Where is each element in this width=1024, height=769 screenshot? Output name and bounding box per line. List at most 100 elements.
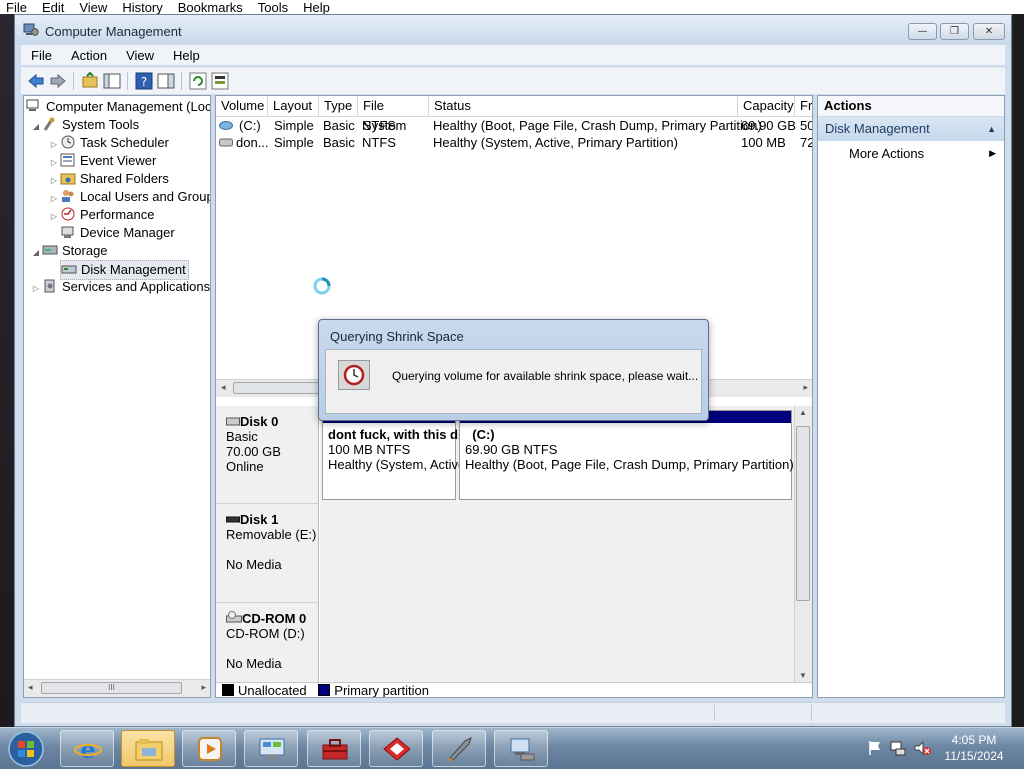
column-layout[interactable]: Layout	[268, 96, 319, 116]
svg-text:e: e	[80, 736, 95, 762]
collapsed-arrow-icon[interactable]: ▷	[48, 208, 60, 226]
column-type[interactable]: Type	[319, 96, 358, 116]
collapse-up-icon[interactable]: ▲	[987, 117, 996, 141]
tree-node-device-manager[interactable]: Device Manager	[60, 224, 175, 242]
performance-icon	[61, 207, 75, 221]
tree-node-system-tools[interactable]: ◢ System Tools	[30, 116, 139, 134]
partition-c-drive[interactable]: (C:) 69.90 GB NTFS Healthy (Boot, Page F…	[459, 410, 794, 500]
console-tree: Computer Management (Local ◢ System Tools…	[23, 95, 211, 698]
tree-node-local-users-groups[interactable]: ▷ Local Users and Groups	[48, 188, 211, 206]
outer-menu-tools[interactable]: Tools	[258, 1, 288, 15]
column-free[interactable]: Fr	[795, 96, 812, 116]
tree-node-storage[interactable]: ◢ Storage	[30, 242, 108, 260]
taskbar-media-player[interactable]	[182, 730, 236, 767]
tree-node-event-viewer[interactable]: ▷ Event Viewer	[48, 152, 156, 170]
up-folder-icon[interactable]	[81, 72, 99, 90]
taskbar-internet-explorer[interactable]: e	[60, 730, 114, 767]
outer-menu-edit[interactable]: Edit	[42, 1, 64, 15]
disk-view-vertical-scrollbar[interactable]: ▲ ▼	[794, 406, 812, 682]
users-icon	[62, 190, 74, 202]
menu-action[interactable]: Action	[61, 45, 116, 63]
expanded-arrow-icon[interactable]: ◢	[30, 118, 42, 136]
tree-node-shared-folders[interactable]: ▷ Shared Folders	[48, 170, 169, 188]
taskbar-rocket-app[interactable]	[432, 730, 486, 767]
taskbar-control-panel[interactable]	[244, 730, 298, 767]
outer-menu-history[interactable]: History	[122, 1, 162, 15]
disk-0-label[interactable]: Disk 0 Basic 70.00 GB Online	[216, 406, 319, 504]
more-actions-item[interactable]: More Actions	[849, 144, 924, 164]
cdrom-0-label[interactable]: CD-ROM 0 CD-ROM (D:) No Media	[216, 603, 319, 682]
tree-horizontal-scrollbar[interactable]: ◂ III ▸	[24, 679, 210, 697]
tree-node-task-scheduler[interactable]: ▷ Task Scheduler	[48, 134, 169, 152]
tree-label: Device Manager	[80, 225, 175, 240]
menu-help[interactable]: Help	[163, 45, 209, 63]
scroll-left-arrow-icon[interactable]: ◂	[28, 682, 33, 693]
scroll-right-arrow-icon[interactable]: ▸	[803, 382, 808, 393]
partition-system-reserved[interactable]: dont fuck, with this di 100 MB NTFS Heal…	[322, 410, 465, 500]
tools-icon	[43, 117, 55, 131]
unallocated-swatch	[222, 684, 234, 696]
volume-layout: Simple	[274, 135, 314, 150]
tree-node-services-applications[interactable]: ▷ Services and Applications	[30, 278, 210, 296]
forward-arrow-icon[interactable]	[49, 72, 67, 90]
minimize-button[interactable]: —	[908, 23, 937, 40]
volume-name: (C:)	[239, 118, 261, 133]
properties-icon[interactable]	[211, 72, 229, 90]
taskbar-windows-explorer[interactable]	[121, 730, 175, 767]
volume-scroll-thumb[interactable]	[233, 382, 323, 394]
system-clock[interactable]: 4:05 PM 11/15/2024	[930, 732, 1018, 764]
column-file-system[interactable]: File System	[358, 96, 429, 133]
tree-label: System Tools	[62, 117, 140, 132]
refresh-icon[interactable]	[189, 72, 207, 90]
disk-view-scroll-thumb[interactable]	[796, 426, 810, 601]
outer-menu-file[interactable]: File	[6, 1, 27, 15]
folder-icon	[135, 739, 163, 761]
title-bar[interactable]: Computer Management — ❐ ✕	[15, 15, 1011, 45]
network-tray-icon[interactable]	[890, 740, 906, 756]
volume-file-system: NTFS	[362, 135, 396, 150]
back-arrow-icon[interactable]	[27, 72, 45, 90]
tree-label: Local Users and Groups	[80, 189, 211, 204]
show-hide-console-tree-icon[interactable]	[103, 72, 121, 90]
action-center-flag-icon[interactable]	[868, 740, 882, 756]
collapsed-arrow-icon[interactable]: ▷	[30, 280, 42, 298]
volume-free: 50	[800, 118, 812, 133]
outer-menu-view[interactable]: View	[79, 1, 107, 15]
outer-menu-bookmarks[interactable]: Bookmarks	[178, 1, 243, 15]
scroll-left-arrow-icon[interactable]: ◂	[221, 382, 226, 393]
disk-graphical-view: Disk 0 Basic 70.00 GB Online dont fuck, …	[216, 406, 812, 682]
actions-section-disk-management[interactable]: Disk Management ▲	[818, 117, 1004, 141]
close-button[interactable]: ✕	[973, 23, 1005, 40]
disk-type: Removable (E:)	[226, 527, 317, 542]
querying-shrink-space-dialog: Querying Shrink Space Querying volume fo…	[318, 319, 709, 421]
clock-icon	[61, 135, 75, 149]
submenu-arrow-icon[interactable]: ▶	[989, 148, 996, 159]
column-volume[interactable]: Volume	[216, 96, 268, 116]
scroll-right-arrow-icon[interactable]: ▸	[201, 682, 206, 693]
column-status[interactable]: Status	[429, 96, 738, 116]
start-button-icon[interactable]	[6, 730, 46, 768]
scroll-up-arrow-icon[interactable]: ▲	[799, 408, 807, 417]
volume-drive-icon	[219, 138, 233, 147]
help-icon[interactable]: ?	[135, 72, 153, 90]
outer-menu-help[interactable]: Help	[303, 1, 330, 15]
column-capacity[interactable]: Capacity	[738, 96, 795, 116]
taskbar-toolbox-app[interactable]	[307, 730, 361, 767]
tree-node-disk-management[interactable]: Disk Management	[60, 260, 189, 280]
tree-node-performance[interactable]: ▷ Performance	[48, 206, 155, 226]
tree-scroll-thumb[interactable]: III	[41, 682, 182, 694]
show-hide-action-pane-icon[interactable]	[157, 72, 175, 90]
volume-row[interactable]: don... Simple Basic NTFS Healthy (System…	[216, 134, 812, 151]
scroll-down-arrow-icon[interactable]: ▼	[799, 671, 807, 680]
disk-1-label[interactable]: Disk 1 Removable (E:) No Media	[216, 504, 319, 603]
maximize-button[interactable]: ❐	[940, 23, 969, 40]
volume-layout: Simple	[274, 118, 314, 133]
tree-node-computer-management[interactable]: Computer Management (Local	[26, 98, 210, 116]
taskbar-network-app[interactable]	[494, 730, 548, 767]
taskbar-red-app[interactable]	[369, 730, 423, 767]
menu-view[interactable]: View	[116, 45, 163, 63]
menu-file[interactable]: File	[21, 45, 61, 63]
volume-row[interactable]: (C:) Simple Basic NTFS Healthy (Boot, Pa…	[216, 117, 812, 134]
disk-type: Basic	[226, 429, 258, 444]
expanded-arrow-icon[interactable]: ◢	[30, 244, 42, 262]
